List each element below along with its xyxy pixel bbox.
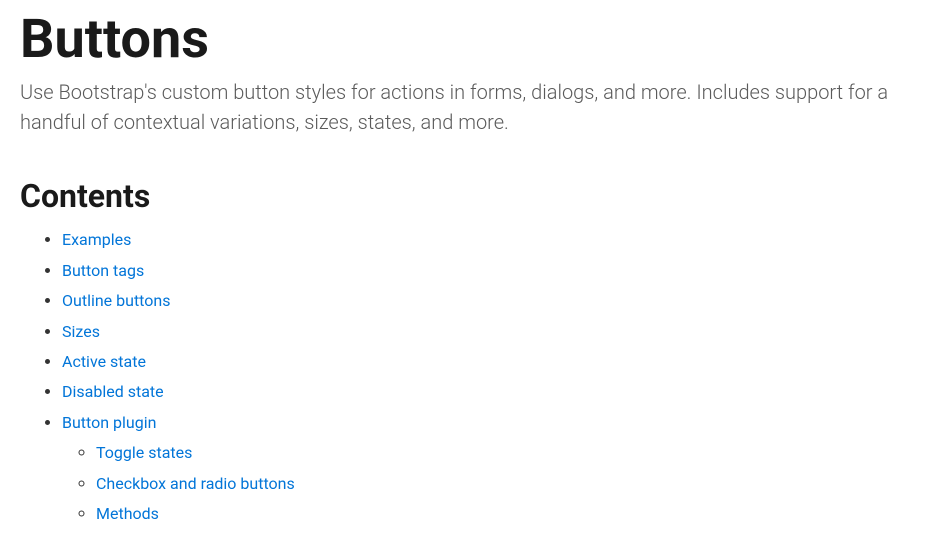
contents-link-examples[interactable]: Examples [62,230,131,249]
contents-link-disabled-state[interactable]: Disabled state [62,382,164,401]
contents-item: Button plugin Toggle states Checkbox and… [62,408,927,530]
contents-link-methods[interactable]: Methods [96,504,159,523]
contents-subitem: Toggle states [96,438,927,468]
contents-link-button-tags[interactable]: Button tags [62,261,144,280]
contents-item: Active state [62,347,927,377]
contents-subitem: Checkbox and radio buttons [96,469,927,499]
contents-link-checkbox-radio[interactable]: Checkbox and radio buttons [96,474,295,493]
contents-link-active-state[interactable]: Active state [62,352,146,371]
contents-item: Sizes [62,317,927,347]
contents-link-outline-buttons[interactable]: Outline buttons [62,291,170,310]
contents-heading: Contents [20,177,927,215]
page-lead: Use Bootstrap's custom button styles for… [20,77,927,137]
contents-item: Examples [62,225,927,255]
contents-sublist: Toggle states Checkbox and radio buttons… [62,438,927,529]
contents-list: Examples Button tags Outline buttons Siz… [20,225,927,529]
contents-item: Outline buttons [62,286,927,316]
contents-item: Disabled state [62,377,927,407]
page-title: Buttons [20,10,927,69]
contents-subitem: Methods [96,499,927,529]
contents-item: Button tags [62,256,927,286]
contents-link-toggle-states[interactable]: Toggle states [96,443,192,462]
contents-link-sizes[interactable]: Sizes [62,322,100,341]
contents-link-button-plugin[interactable]: Button plugin [62,413,156,432]
